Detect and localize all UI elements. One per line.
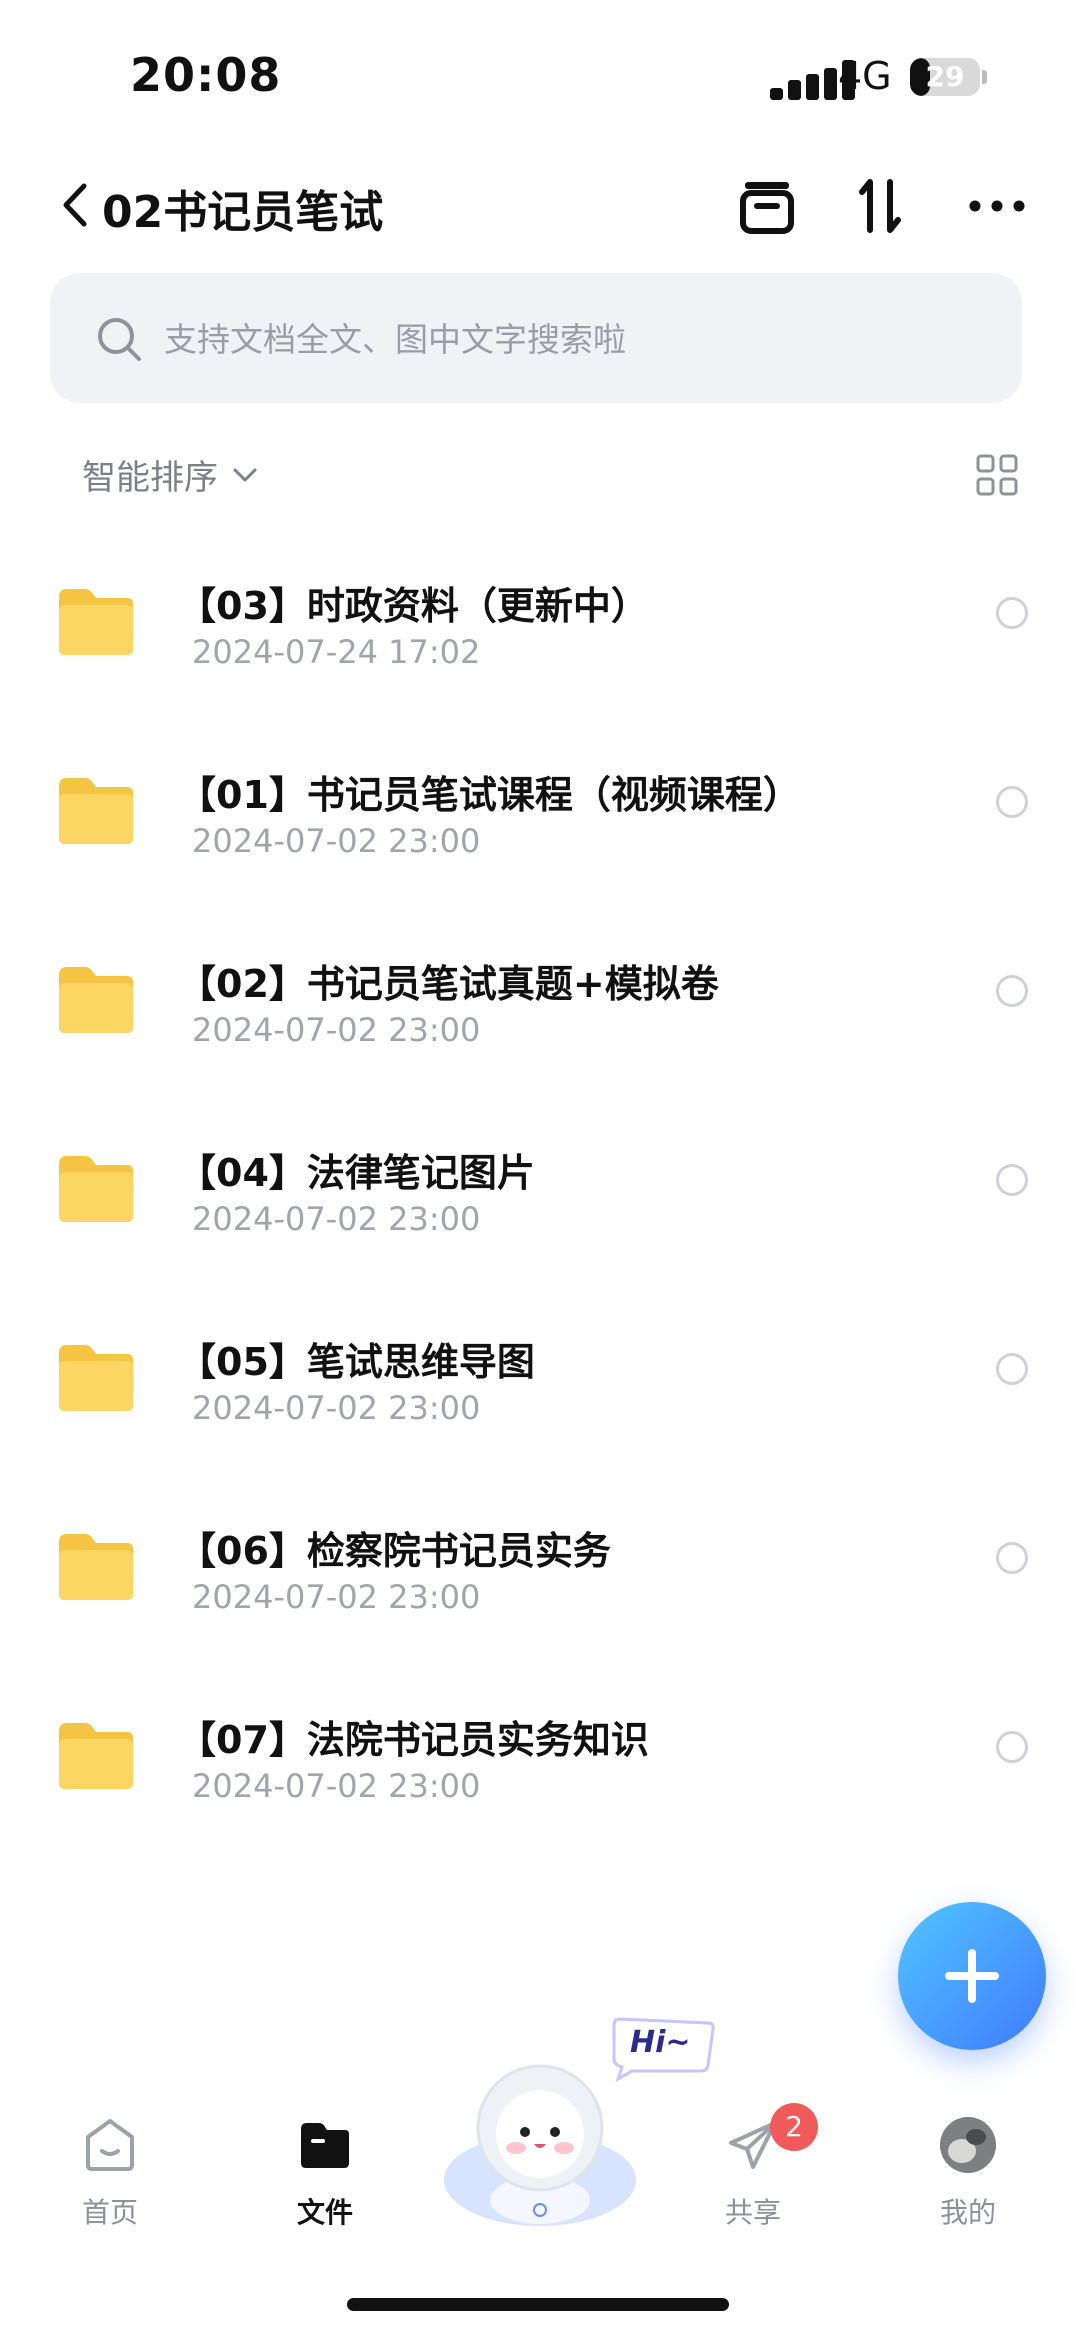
folder-icon xyxy=(301,2123,349,2168)
network-type: 4G xyxy=(838,54,892,98)
select-checkbox[interactable] xyxy=(996,786,1028,818)
archive-icon[interactable] xyxy=(735,174,799,238)
list-item[interactable]: 【07】法院书记员实务知识 2024-07-02 23:00 xyxy=(0,1679,1080,1868)
tab-share-label: 共享 xyxy=(724,2196,781,2229)
list-item[interactable]: 【01】书记员笔试课程（视频课程） 2024-07-02 23:00 xyxy=(0,734,1080,923)
folder-icon xyxy=(59,967,133,1033)
list-item[interactable]: 【06】检察院书记员实务 2024-07-02 23:00 xyxy=(0,1490,1080,1679)
file-date: 2024-07-24 17:02 xyxy=(192,633,481,671)
select-checkbox[interactable] xyxy=(996,1164,1028,1196)
file-date: 2024-07-02 23:00 xyxy=(192,822,481,860)
folder-icon xyxy=(59,589,133,655)
battery-tip xyxy=(982,70,987,84)
tab-home-label: 首页 xyxy=(81,2196,138,2229)
hi-bubble: Hi~ xyxy=(608,2013,718,2083)
list-item[interactable]: 【02】书记员笔试真题+模拟卷 2024-07-02 23:00 xyxy=(0,923,1080,1112)
tab-me-label: 我的 xyxy=(939,2196,996,2229)
back-icon[interactable] xyxy=(60,182,90,228)
search-icon xyxy=(98,318,141,361)
select-checkbox[interactable] xyxy=(996,1731,1028,1763)
file-name: 【05】笔试思维导图 xyxy=(178,1340,535,1384)
folder-icon xyxy=(59,778,133,844)
folder-icon xyxy=(59,1345,133,1411)
sort-dropdown[interactable]: 智能排序 xyxy=(82,450,258,499)
file-date: 2024-07-02 23:00 xyxy=(192,1011,481,1049)
file-name: 【02】书记员笔试真题+模拟卷 xyxy=(178,962,719,1006)
search-bar[interactable] xyxy=(50,273,1022,403)
status-time: 20:08 xyxy=(130,48,282,102)
hi-text: Hi~ xyxy=(630,2025,691,2060)
file-date: 2024-07-02 23:00 xyxy=(192,1578,481,1616)
file-date: 2024-07-02 23:00 xyxy=(192,1767,481,1805)
battery-icon: 29 xyxy=(910,58,980,96)
list-item[interactable]: 【03】时政资料（更新中） 2024-07-24 17:02 xyxy=(0,545,1080,734)
more-icon[interactable] xyxy=(965,174,1029,238)
select-checkbox[interactable] xyxy=(996,597,1028,629)
tab-me[interactable]: 我的 xyxy=(888,2115,1048,2231)
avatar xyxy=(940,2117,996,2173)
tab-files[interactable]: 文件 xyxy=(245,2115,405,2231)
folder-icon xyxy=(59,1723,133,1789)
battery-level: 29 xyxy=(925,60,965,93)
tab-home[interactable]: 首页 xyxy=(30,2115,190,2231)
file-name: 【01】书记员笔试课程（视频课程） xyxy=(178,773,801,817)
sort-icon[interactable] xyxy=(848,174,912,238)
file-name: 【03】时政资料（更新中） xyxy=(178,584,649,628)
tab-files-label: 文件 xyxy=(296,2196,353,2229)
file-name: 【07】法院书记员实务知识 xyxy=(178,1718,649,1762)
share-badge: 2 xyxy=(770,2103,818,2151)
page-title: 02书记员笔试 xyxy=(102,187,384,238)
select-checkbox[interactable] xyxy=(996,975,1028,1007)
chevron-down-icon xyxy=(233,468,257,481)
sort-label: 智能排序 xyxy=(82,458,218,498)
folder-icon xyxy=(59,1156,133,1222)
folder-icon xyxy=(59,1534,133,1600)
file-name: 【06】检察院书记员实务 xyxy=(178,1529,611,1573)
file-date: 2024-07-02 23:00 xyxy=(192,1200,481,1238)
list-item[interactable]: 【05】笔试思维导图 2024-07-02 23:00 xyxy=(0,1301,1080,1490)
home-indicator xyxy=(347,2298,729,2311)
search-input[interactable] xyxy=(162,303,966,375)
list-item[interactable]: 【04】法律笔记图片 2024-07-02 23:00 xyxy=(0,1112,1080,1301)
home-icon xyxy=(86,2119,134,2171)
grid-view-icon[interactable] xyxy=(975,453,1019,497)
select-checkbox[interactable] xyxy=(996,1353,1028,1385)
add-button[interactable] xyxy=(898,1902,1046,2050)
select-checkbox[interactable] xyxy=(996,1542,1028,1574)
file-name: 【04】法律笔记图片 xyxy=(178,1151,535,1195)
file-date: 2024-07-02 23:00 xyxy=(192,1389,481,1427)
